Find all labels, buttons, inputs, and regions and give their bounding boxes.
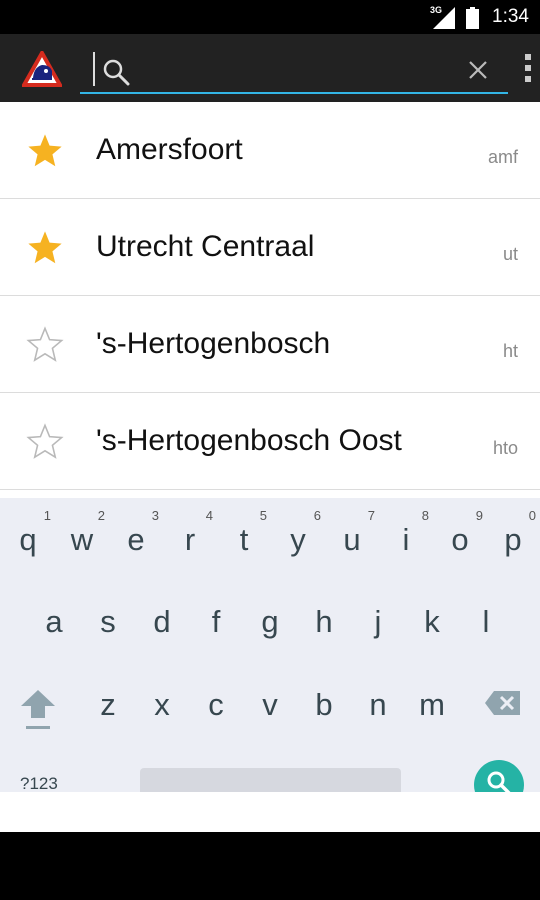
key-u[interactable]: 7u [325, 508, 379, 558]
key-label: w [70, 522, 94, 557]
key-a[interactable]: a [27, 604, 81, 640]
key-v[interactable]: v [243, 687, 297, 723]
key-r[interactable]: 4r [163, 508, 217, 558]
key-l[interactable]: l [459, 604, 513, 640]
search-box[interactable] [80, 44, 508, 94]
key-m[interactable]: m [405, 687, 459, 723]
symbols-mode-key[interactable]: ?123 [20, 774, 58, 794]
key-y[interactable]: 6y [271, 508, 325, 558]
star-filled-icon[interactable] [26, 132, 64, 170]
key-f[interactable]: f [189, 604, 243, 640]
key-k[interactable]: k [405, 604, 459, 640]
key-t[interactable]: 5t [217, 508, 271, 558]
clear-icon[interactable] [466, 58, 490, 82]
key-e[interactable]: 3e [109, 508, 163, 558]
station-row[interactable]: Utrecht Centraal ut [0, 199, 540, 296]
station-list: Amersfoort amf Utrecht Centraal ut 's-He… [0, 102, 540, 500]
key-label: r [184, 522, 196, 557]
key-hint: 7 [367, 508, 375, 523]
search-icon [103, 59, 130, 86]
station-name: 's-Hertogenbosch Oost [96, 424, 402, 457]
key-label: t [239, 522, 249, 557]
key-label: o [451, 522, 469, 557]
key-hint: 9 [475, 508, 483, 523]
delete-icon[interactable] [484, 690, 522, 716]
key-label: u [343, 522, 361, 557]
navigation-bar-area [0, 832, 540, 900]
key-hint: 8 [421, 508, 429, 523]
station-name: Utrecht Centraal [96, 230, 315, 263]
key-j[interactable]: j [351, 604, 405, 640]
key-label: q [19, 522, 37, 557]
key-q[interactable]: 1q [1, 508, 55, 558]
key-z[interactable]: z [81, 687, 135, 723]
search-action-key[interactable] [474, 760, 524, 792]
station-code: amf [487, 147, 518, 167]
key-s[interactable]: s [81, 604, 135, 640]
key-label: i [402, 522, 410, 557]
key-c[interactable]: c [189, 687, 243, 723]
key-o[interactable]: 9o [433, 508, 487, 558]
station-code: ut [502, 244, 518, 264]
key-label: p [504, 522, 522, 557]
station-row[interactable]: 's-Hertogenbosch ht [0, 296, 540, 393]
station-code: hto [492, 438, 518, 458]
battery-icon [466, 7, 479, 29]
search-action-icon [487, 771, 511, 792]
signal-icon [433, 7, 455, 29]
key-hint: 4 [205, 508, 213, 523]
station-row[interactable]: 's-Hertogenbosch Oost hto [0, 393, 540, 490]
key-h[interactable]: h [297, 604, 351, 640]
key-x[interactable]: x [135, 687, 189, 723]
key-label: e [127, 522, 145, 557]
action-bar [0, 34, 540, 102]
station-row[interactable]: Amersfoort amf [0, 102, 540, 199]
train-logo-icon[interactable] [22, 51, 62, 87]
text-cursor [93, 52, 95, 86]
station-code: ht [502, 341, 518, 361]
key-w[interactable]: 2w [55, 508, 109, 558]
star-filled-icon[interactable] [26, 229, 64, 267]
key-i[interactable]: 8i [379, 508, 433, 558]
keyboard-bottom-strip [0, 792, 540, 832]
key-g[interactable]: g [243, 604, 297, 640]
key-n[interactable]: n [351, 687, 405, 723]
star-outline-icon[interactable] [26, 423, 64, 461]
key-label: y [290, 522, 306, 557]
shift-icon[interactable] [18, 688, 58, 732]
key-hint: 1 [43, 508, 51, 523]
key-hint: 2 [97, 508, 105, 523]
key-d[interactable]: d [135, 604, 189, 640]
key-hint: 5 [259, 508, 267, 523]
key-hint: 6 [313, 508, 321, 523]
key-hint: 3 [151, 508, 159, 523]
space-key[interactable] [140, 768, 401, 792]
search-input[interactable] [136, 52, 456, 86]
station-name: Amersfoort [96, 133, 243, 166]
soft-keyboard: 1q 2w 3e 4r 5t 6y 7u 8i 9o 0p a s d f g … [0, 498, 540, 794]
status-bar: 3G 1:34 [0, 0, 540, 34]
clock: 1:34 [492, 6, 529, 27]
star-outline-icon[interactable] [26, 326, 64, 364]
station-name: 's-Hertogenbosch [96, 327, 331, 360]
key-b[interactable]: b [297, 687, 351, 723]
key-hint: 0 [528, 508, 536, 523]
overflow-menu-icon[interactable] [520, 52, 536, 84]
key-p[interactable]: 0p [486, 508, 540, 558]
